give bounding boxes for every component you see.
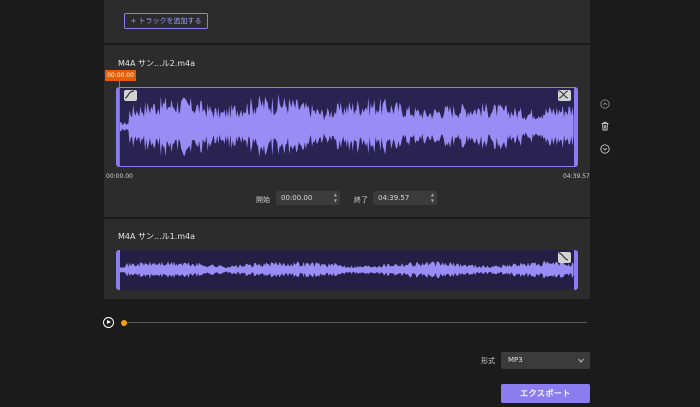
waveform-track-1[interactable] (116, 87, 578, 167)
fade-out-icon (558, 90, 569, 99)
move-down-icon (600, 144, 610, 154)
fade-out-button[interactable] (558, 252, 571, 263)
end-label: 終了 (354, 196, 368, 204)
track-start-time: 00:00.00 (106, 173, 133, 180)
export-button[interactable]: エクスポート (501, 384, 590, 403)
playhead-time-badge[interactable]: 00:00.00 (105, 70, 136, 81)
playhead-line[interactable] (119, 81, 120, 167)
format-value: MP3 (508, 356, 523, 364)
waveform-track-2[interactable] (116, 250, 578, 290)
move-up-icon (600, 99, 610, 109)
seek-thumb[interactable] (121, 320, 127, 326)
fade-in-icon (124, 90, 135, 99)
chevron-down-icon (578, 358, 584, 363)
stepper-arrows-icon[interactable]: ▲ ▼ (334, 192, 337, 204)
format-select[interactable]: MP3 (501, 352, 590, 369)
end-time-input[interactable]: 04:39.57 ▲ ▼ (373, 191, 437, 205)
track-end-time: 04:39.57 (563, 173, 590, 180)
delete-button[interactable] (600, 121, 610, 131)
track-panel-2: M4A サン...ル1.m4a (104, 219, 590, 299)
format-label: 形式 (481, 357, 495, 365)
toolbar-panel: + トラックを追加する (104, 0, 590, 43)
fade-in-button[interactable] (124, 90, 137, 101)
add-track-button[interactable]: + トラックを追加する (124, 13, 208, 29)
start-time-value: 00:00.00 (281, 194, 313, 202)
play-button[interactable] (103, 317, 114, 328)
track-title: M4A サン...ル1.m4a (118, 232, 196, 241)
track-panel-1: M4A サン...ル2.m4a 開始 00:00.00 ▲ ▼ 終了 04:39.… (104, 45, 590, 217)
start-time-input[interactable]: 00:00.00 ▲ ▼ (276, 191, 340, 205)
trash-icon (601, 121, 609, 131)
move-up-button[interactable] (600, 99, 610, 109)
end-time-value: 04:39.57 (378, 194, 410, 202)
move-down-button[interactable] (600, 144, 610, 154)
fade-out-icon (558, 252, 569, 261)
waveform-graphic (120, 93, 574, 157)
stepper-arrows-icon[interactable]: ▲ ▼ (431, 192, 434, 204)
start-label: 開始 (256, 196, 270, 204)
track-title: M4A サン...ル2.m4a (118, 59, 196, 68)
seek-bar[interactable] (123, 322, 587, 323)
fade-out-button[interactable] (558, 90, 571, 101)
waveform-graphic (120, 261, 574, 279)
